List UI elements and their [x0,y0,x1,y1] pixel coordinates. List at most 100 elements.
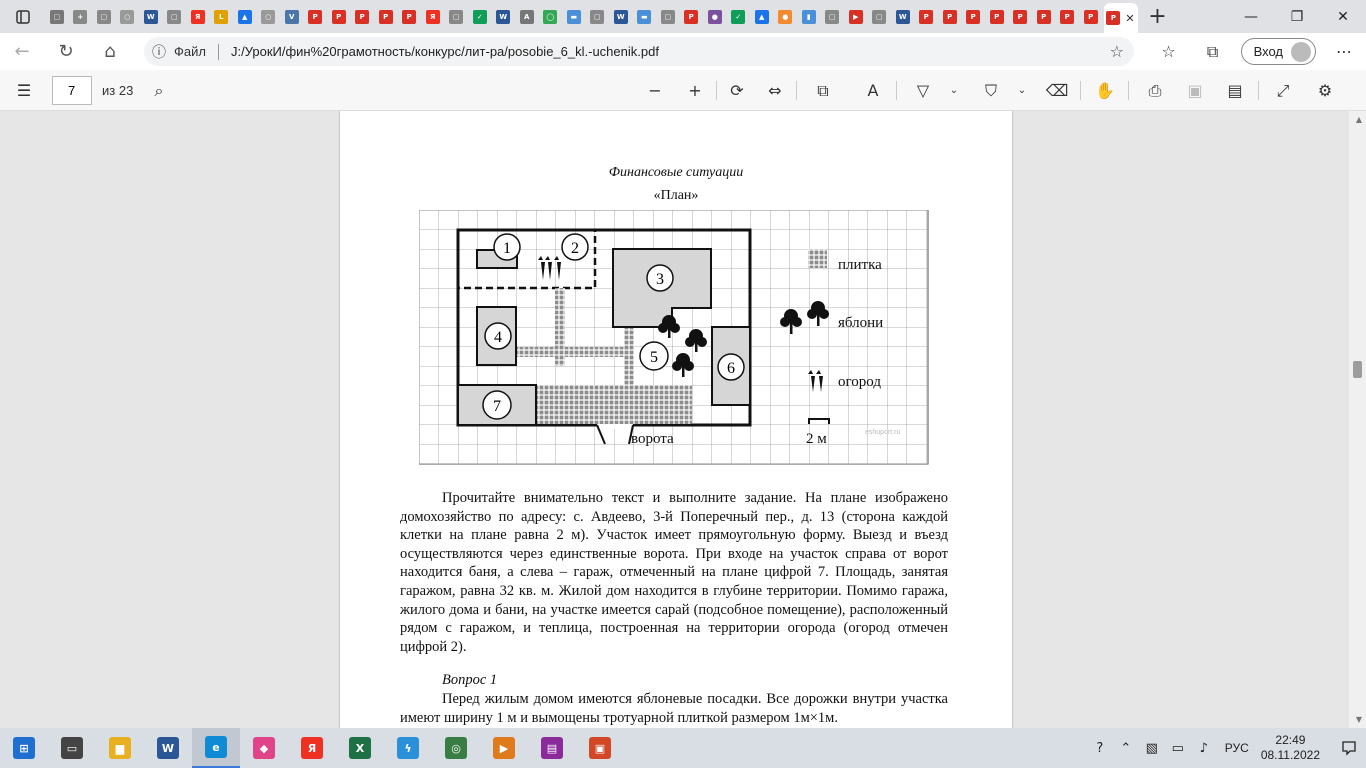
browser-tab[interactable]: ▢ [822,5,844,29]
url-text[interactable]: J:/УрокИ/фин%20грамотность/конкурс/лит-р… [231,44,659,59]
save-as-icon[interactable]: ▤ [1220,70,1250,111]
browser-tab[interactable]: ▬ [563,5,585,29]
new-tab-button[interactable]: + [1140,2,1176,32]
favorites-icon[interactable]: ☆ [1147,33,1191,70]
browser-tab[interactable]: ○ [117,5,139,29]
search-icon[interactable]: ⌕ [144,70,174,111]
browser-tab-active[interactable]: P ✕ [1103,3,1138,33]
browser-tab[interactable]: ◯ [540,5,562,29]
taskbar-button[interactable]: ▣ [576,728,624,768]
touch-write-icon[interactable]: ✋ [1090,70,1120,111]
browser-tab[interactable]: ✓ [728,5,750,29]
chevron-down-icon[interactable]: ⌄ [944,70,964,111]
close-window-button[interactable]: ✕ [1320,0,1366,33]
print-icon[interactable]: ⎙ [1140,70,1170,111]
browser-tab[interactable]: V [281,5,303,29]
minimize-button[interactable]: — [1228,0,1274,33]
settings-gear-icon[interactable]: ⚙ [1310,70,1340,111]
taskbar-button[interactable]: ▆ [96,728,144,768]
add-favorite-icon[interactable]: ☆ [1110,42,1124,61]
taskbar-button[interactable]: ▤ [528,728,576,768]
chevron-down-icon[interactable]: ⌄ [1012,70,1032,111]
eraser-icon[interactable]: ⌫ [1042,70,1072,111]
save-icon[interactable]: ▣ [1180,70,1210,111]
browser-tab[interactable]: P [963,5,985,29]
zoom-out-icon[interactable]: − [640,70,670,111]
page-view-icon[interactable]: ⧉ [808,70,838,111]
browser-tab[interactable]: ● [704,5,726,29]
browser-tab[interactable]: ✓ [469,5,491,29]
browser-tab[interactable]: P [916,5,938,29]
battery-icon[interactable]: ▭ [1165,728,1191,768]
vertical-scrollbar[interactable]: ▲ ▼ [1349,111,1366,728]
scroll-thumb[interactable] [1353,361,1362,378]
clock[interactable]: 22:49 08.11.2022 [1261,733,1320,763]
browser-tab[interactable]: W [610,5,632,29]
browser-tab[interactable]: P [1010,5,1032,29]
info-icon[interactable]: ⓘ [144,42,174,62]
restore-button[interactable]: ❐ [1274,0,1320,33]
browser-tab[interactable]: P [681,5,703,29]
draw-icon[interactable]: ▽ [908,70,938,111]
browser-tab[interactable]: P [399,5,421,29]
browser-tab[interactable]: ▢ [587,5,609,29]
fullscreen-icon[interactable]: ⤢ [1268,70,1298,111]
taskbar-button[interactable]: ϟ [384,728,432,768]
browser-tab[interactable]: ▢ [164,5,186,29]
browser-tab[interactable]: ▢ [657,5,679,29]
taskbar-button[interactable]: X [336,728,384,768]
highlight-icon[interactable]: ⛉ [976,70,1006,111]
browser-tab[interactable]: P [305,5,327,29]
taskbar-button[interactable]: ▭ [48,728,96,768]
browser-tab[interactable]: A [516,5,538,29]
browser-tab[interactable]: ▲ [751,5,773,29]
taskbar-button[interactable]: e [192,728,240,768]
taskbar-button[interactable]: ▶ [480,728,528,768]
help-icon[interactable]: ? [1087,728,1113,768]
notification-icon[interactable] [1332,728,1366,768]
scroll-down-arrow-icon[interactable]: ▼ [1356,715,1362,724]
rotate-icon[interactable]: ⟳ [722,70,752,111]
browser-tab[interactable]: ▢ [446,5,468,29]
tab-actions-button[interactable] [0,0,46,33]
browser-tab[interactable]: P [1057,5,1079,29]
browser-tab[interactable]: Я [422,5,444,29]
page-number-input[interactable]: 7 [52,76,92,105]
browser-tab[interactable]: P [328,5,350,29]
taskbar-button[interactable]: Я [288,728,336,768]
taskbar-button[interactable]: ⊞ [0,728,48,768]
pdf-viewer[interactable]: Финансовые ситуации «План» 1 2 3 4 5 6 7… [0,111,1366,728]
signin-button[interactable]: Вход [1240,38,1316,65]
fit-width-icon[interactable]: ⇔ [760,70,790,111]
scroll-up-arrow-icon[interactable]: ▲ [1356,115,1362,124]
browser-tab[interactable]: ▲ [234,5,256,29]
collections-icon[interactable]: ⧉ [1191,33,1235,70]
browser-tab[interactable]: P [986,5,1008,29]
home-button[interactable]: ⌂ [88,33,132,70]
browser-tab[interactable]: P [1080,5,1102,29]
browser-tab[interactable]: P [375,5,397,29]
read-aloud-icon[interactable]: A [858,70,888,111]
browser-tab[interactable]: + [70,5,92,29]
close-tab-icon[interactable]: ✕ [1125,12,1134,25]
address-bar[interactable]: ⓘ Файл J:/УрокИ/фин%20грамотность/конкур… [144,37,1134,66]
refresh-button[interactable]: ↻ [44,33,88,70]
contents-icon[interactable]: ☰ [8,70,40,111]
taskbar-button[interactable]: W [144,728,192,768]
browser-tab[interactable]: ▢ [93,5,115,29]
browser-tab[interactable]: P [1033,5,1055,29]
browser-tab[interactable]: ▶ [845,5,867,29]
browser-tab[interactable]: ▢ [869,5,891,29]
browser-tab[interactable]: W [140,5,162,29]
browser-tab[interactable]: ○ [258,5,280,29]
back-button[interactable]: ← [0,33,44,70]
browser-tab[interactable]: ● [775,5,797,29]
browser-tab[interactable]: P [939,5,961,29]
taskbar-button[interactable]: ◎ [432,728,480,768]
browser-tab[interactable]: W [892,5,914,29]
browser-tab[interactable]: ▮ [798,5,820,29]
zoom-in-icon[interactable]: + [680,70,710,111]
volume-icon[interactable]: ♪ [1191,728,1217,768]
more-menu-icon[interactable]: ⋯ [1322,33,1366,70]
browser-tab[interactable]: ▬ [634,5,656,29]
